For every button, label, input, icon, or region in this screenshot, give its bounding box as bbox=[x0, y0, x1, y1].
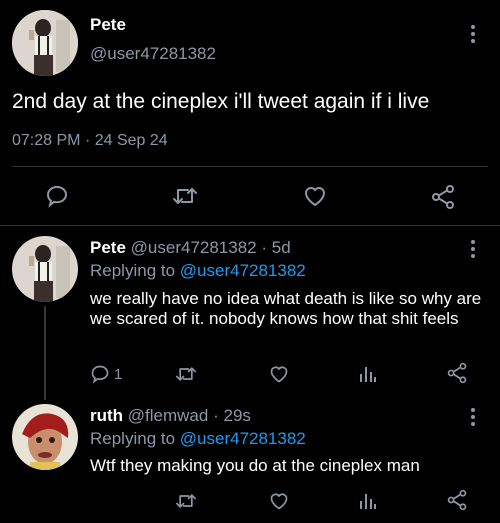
more-icon[interactable] bbox=[470, 240, 476, 261]
tweet-date: 24 Sep 24 bbox=[94, 132, 168, 149]
more-icon[interactable] bbox=[470, 408, 476, 429]
tweet-text: 2nd day at the cineplex i'll tweet again… bbox=[12, 90, 430, 113]
avatar[interactable] bbox=[12, 10, 78, 76]
replying-to-label: Replying to bbox=[90, 261, 176, 280]
retweet-icon[interactable] bbox=[175, 364, 197, 384]
reply-icon[interactable] bbox=[90, 364, 110, 384]
replying-to-handle[interactable]: @user47281382 bbox=[180, 261, 306, 280]
avatar[interactable] bbox=[12, 236, 78, 302]
author-name[interactable]: ruth bbox=[90, 406, 123, 425]
reply-text: we really have no idea what death is lik… bbox=[90, 289, 482, 328]
reply-age: 29s bbox=[223, 406, 251, 425]
like-icon[interactable] bbox=[268, 491, 290, 511]
divider bbox=[0, 225, 500, 226]
reply-text: Wtf they making you do at the cineplex m… bbox=[90, 456, 420, 475]
more-icon[interactable] bbox=[470, 25, 476, 46]
like-icon[interactable] bbox=[302, 184, 328, 208]
author-handle[interactable]: @user47281382 bbox=[90, 44, 216, 64]
retweet-icon[interactable] bbox=[175, 491, 197, 511]
tweet-timestamp: 07:28 PM · 24 Sep 24 bbox=[12, 132, 168, 150]
reply-button[interactable]: 1 bbox=[90, 364, 122, 384]
author-handle[interactable]: @user47281382 bbox=[131, 238, 257, 257]
replying-to: Replying to @user47281382 bbox=[90, 261, 306, 281]
reply-age: 5d bbox=[271, 238, 291, 257]
replying-to-label: Replying to bbox=[90, 429, 176, 448]
tweet-time: 07:28 PM bbox=[12, 132, 81, 149]
author-name[interactable]: Pete bbox=[90, 15, 126, 35]
separator: · bbox=[84, 132, 91, 149]
like-icon[interactable] bbox=[268, 364, 290, 384]
replying-to: Replying to @user47281382 bbox=[90, 429, 306, 449]
replying-to-handle[interactable]: @user47281382 bbox=[180, 429, 306, 448]
separator: · bbox=[261, 238, 268, 257]
retweet-icon[interactable] bbox=[172, 184, 198, 208]
share-icon[interactable] bbox=[430, 184, 456, 210]
separator: · bbox=[213, 406, 219, 425]
author-name[interactable]: Pete bbox=[90, 238, 126, 257]
reply-header: Pete @user47281382 · 5d bbox=[90, 238, 291, 258]
reply-icon[interactable] bbox=[45, 184, 69, 208]
share-icon[interactable] bbox=[446, 489, 468, 511]
analytics-icon[interactable] bbox=[358, 491, 378, 511]
thread-line bbox=[44, 306, 46, 400]
reply-count: 1 bbox=[114, 365, 123, 383]
analytics-icon[interactable] bbox=[358, 364, 378, 384]
share-icon[interactable] bbox=[446, 362, 468, 384]
reply-header: ruth @flemwad · 29s bbox=[90, 406, 251, 426]
avatar[interactable] bbox=[12, 404, 78, 470]
divider bbox=[12, 166, 488, 167]
author-handle[interactable]: @flemwad bbox=[128, 406, 209, 425]
